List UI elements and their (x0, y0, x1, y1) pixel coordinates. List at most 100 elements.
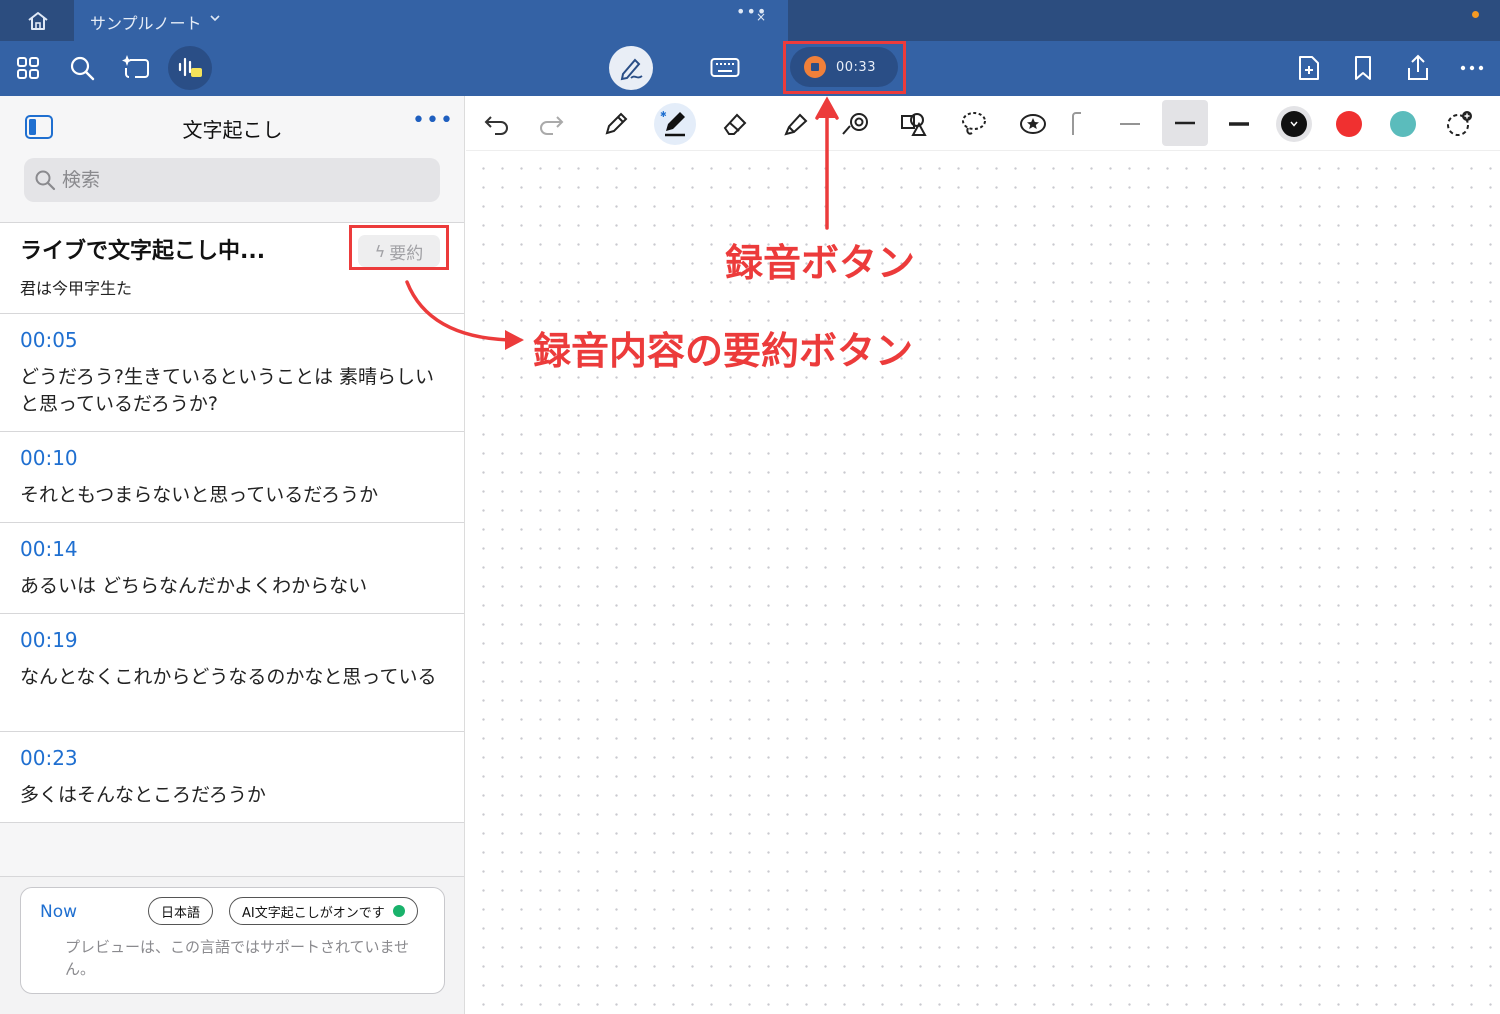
sidebar-title: 文字起こし (182, 118, 283, 142)
sidebar-more-icon[interactable]: ••• (412, 108, 454, 133)
sticker-tool[interactable] (1012, 103, 1054, 145)
width-thin[interactable] (1109, 103, 1151, 145)
width-medium[interactable] (1162, 100, 1208, 146)
transcript-entry[interactable]: 00:19 なんとなくこれからどうなるのかなと思っている (0, 614, 464, 731)
transcript-entry[interactable]: 00:05 どうだろう?生きているということは 素晴らしいと思っているだろうか? (0, 314, 464, 431)
entry-text: 多くはそんなところだろうか (20, 784, 266, 806)
tab-close-icon[interactable]: × (756, 10, 766, 24)
tab-title: サンプルノート (90, 14, 202, 33)
entry-time: 00:23 (20, 746, 78, 770)
redo-button[interactable] (530, 103, 572, 145)
tool-edge-icon (1072, 112, 1081, 135)
lasso-tool[interactable] (953, 103, 995, 145)
notification-dot (1472, 11, 1479, 18)
line-thick-icon (1229, 122, 1249, 126)
transcript-list: ライブで文字起こし中... 君は今甲字生た ϟ 要約 00:05 どうだろう?生… (0, 222, 464, 823)
bookmark-icon (1355, 56, 1371, 80)
language-label: 日本語 (161, 905, 201, 921)
width-thick[interactable] (1218, 103, 1260, 145)
now-card: Now 日本語 AI文字起こしがオンです プレビューは、この言語ではサポートされ… (20, 887, 445, 994)
note-canvas[interactable] (466, 151, 1500, 1014)
highlighter-icon (784, 113, 808, 136)
pen-mode-button[interactable] (609, 46, 653, 90)
title-bar: サンプルノート ••• × (0, 0, 1500, 41)
live-preview: 君は今甲字生た (20, 279, 133, 298)
tab-sample-note[interactable]: サンプルノート ••• × (74, 0, 788, 41)
color-swatch-teal (1390, 111, 1416, 137)
preview-note: プレビューは、この言語ではサポートされていません。 (65, 938, 410, 978)
search-box[interactable] (24, 158, 440, 202)
add-page-icon (1299, 56, 1319, 80)
now-label: Now (40, 902, 78, 922)
annotation-summary-box (349, 225, 449, 270)
entry-text: どうだろう?生きているということは 素晴らしいと思っているだろうか? (20, 366, 434, 415)
undo-icon (484, 116, 508, 135)
grid-icon (17, 57, 39, 79)
chevron-down-icon (1290, 121, 1298, 127)
pencil-icon (605, 112, 628, 135)
color-red[interactable] (1328, 103, 1370, 145)
eraser-tool[interactable] (714, 103, 756, 145)
line-medium-icon (1175, 121, 1195, 125)
keyboard-mode-button[interactable] (705, 48, 745, 88)
ai-lasso-button[interactable] (116, 48, 156, 88)
color-swatch-red (1336, 111, 1362, 137)
entry-time: 00:14 (20, 537, 78, 561)
entry-text: それともつまらないと思っているだろうか (20, 484, 379, 506)
annotation-record-label: 録音ボタン (725, 241, 916, 285)
annotation-summary-label: 録音内容の要約ボタン (533, 329, 914, 373)
search-button[interactable] (62, 48, 102, 88)
search-icon (70, 56, 95, 81)
shapes-icon (901, 113, 927, 136)
add-color-icon (1447, 111, 1472, 136)
shapes-tool[interactable] (893, 103, 935, 145)
entry-text: あるいは どちらなんだかよくわからない (20, 575, 368, 597)
annotation-record-box (783, 41, 906, 94)
transcript-entry[interactable]: 00:23 多くはそんなところだろうか (0, 732, 464, 822)
voice-transcribe-icon (178, 57, 202, 77)
color-teal[interactable] (1382, 103, 1424, 145)
transcript-entry[interactable]: 00:10 それともつまらないと思っているだろうか (0, 432, 464, 522)
undo-button[interactable] (476, 103, 518, 145)
home-icon (28, 12, 48, 30)
svg-text:✱: ✱ (660, 110, 667, 119)
status-dot (392, 905, 405, 917)
chevron-down-icon[interactable] (209, 12, 221, 24)
color-black[interactable] (1273, 103, 1315, 145)
home-button[interactable] (20, 6, 56, 36)
line-thin-icon (1120, 123, 1140, 125)
live-title: ライブで文字起こし中... (20, 239, 266, 264)
pen-tool[interactable]: ✱ (654, 103, 696, 145)
shape-tool[interactable] (834, 103, 876, 145)
shape-pen-icon (842, 113, 868, 135)
entry-time: 00:10 (20, 446, 78, 470)
share-icon (1408, 54, 1428, 80)
transcribe-button[interactable] (168, 46, 212, 90)
more-tools-edge[interactable] (1066, 103, 1088, 145)
keyboard-icon (710, 58, 740, 77)
search-input[interactable] (62, 169, 422, 191)
transcript-entry[interactable]: 00:14 あるいは どちらなんだかよくわからない (0, 523, 464, 613)
language-chip[interactable]: 日本語 (148, 897, 214, 925)
add-page-button[interactable] (1289, 48, 1329, 88)
entry-text: なんとなくこれからどうなるのかなと思っている (20, 666, 437, 688)
bookmark-button[interactable] (1343, 48, 1383, 88)
more-icon (1460, 65, 1484, 71)
entry-time: 00:05 (20, 328, 78, 352)
pencil-tool[interactable] (595, 103, 637, 145)
share-button[interactable] (1398, 48, 1438, 88)
sparkle-frame-icon (122, 55, 149, 78)
lasso-icon (962, 112, 986, 135)
grid-view-button[interactable] (8, 48, 48, 88)
color-swatch-black (1281, 111, 1307, 137)
ai-transcription-chip[interactable]: AI文字起こしがオンです (229, 897, 418, 925)
sticker-star-icon (1020, 114, 1046, 134)
entry-time: 00:19 (20, 628, 78, 652)
more-menu-button[interactable] (1452, 48, 1492, 88)
now-section: Now 日本語 AI文字起こしがオンです プレビューは、この言語ではサポートされ… (0, 876, 464, 1014)
highlighter-tool[interactable] (774, 103, 816, 145)
add-color-button[interactable] (1438, 103, 1480, 145)
main-toolbar: 00:33 (0, 41, 1500, 96)
redo-icon (540, 116, 564, 135)
search-icon (35, 170, 56, 191)
